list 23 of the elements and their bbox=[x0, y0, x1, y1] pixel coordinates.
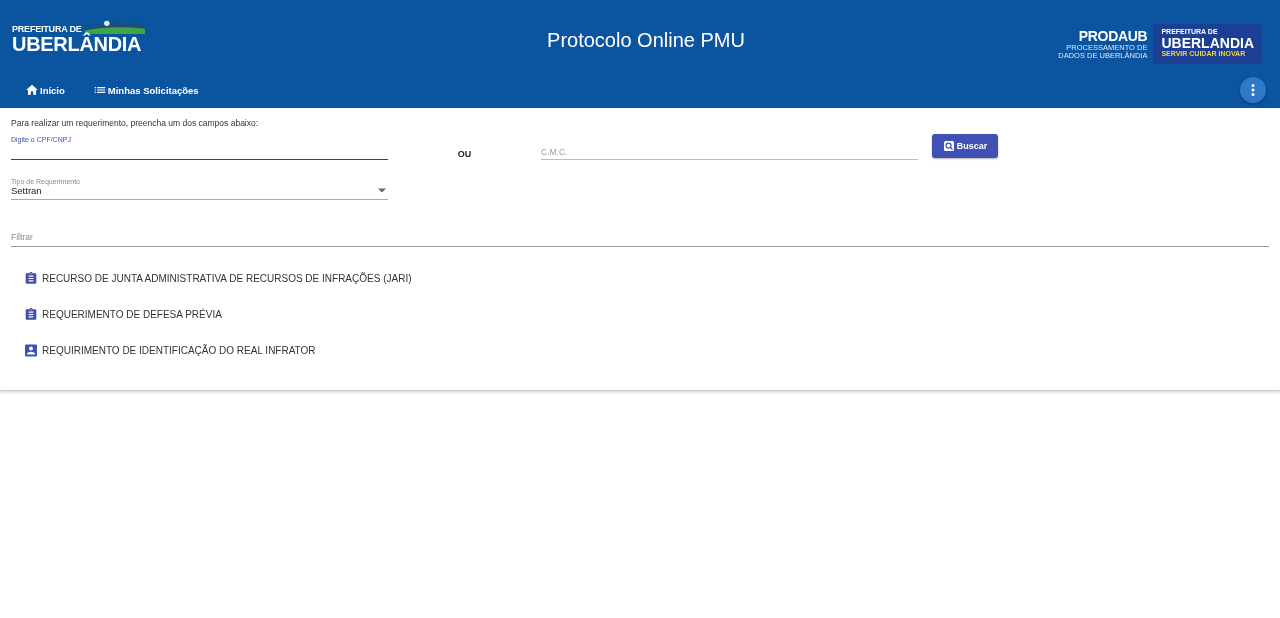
search-icon bbox=[942, 140, 955, 152]
request-item[interactable]: REQUERIMENTO DE DEFESA PRÉVIA bbox=[25, 308, 1269, 321]
more-menu-button[interactable] bbox=[1240, 77, 1266, 103]
page-title: Protocolo Online PMU bbox=[547, 27, 745, 52]
mountain-logo-icon bbox=[84, 18, 145, 34]
person-card-icon bbox=[25, 344, 37, 357]
clipboard-icon bbox=[25, 272, 37, 285]
nav-link[interactable]: Início bbox=[25, 83, 65, 97]
dropdown-caret-icon bbox=[378, 188, 386, 193]
search-button[interactable]: Buscar bbox=[932, 134, 998, 158]
logo-text: UBERLÂNDIA bbox=[12, 34, 143, 54]
home-icon bbox=[25, 83, 39, 97]
prodaub-logo-text: PRODAUB bbox=[1078, 28, 1148, 44]
request-item[interactable]: RECURSO DE JUNTA ADMINISTRATIVA DE RECURSOS DE INFRAÇÕES (JARI) bbox=[25, 272, 1269, 285]
filter-field[interactable]: Filtrar bbox=[11, 232, 1269, 247]
logo-text: PREFEITURA DE bbox=[12, 24, 82, 34]
or-separator: OU bbox=[456, 149, 473, 160]
request-item[interactable]: REQUIRIMENTO DE IDENTIFICAÇÃO DO REAL INFRATOR bbox=[25, 344, 1269, 357]
cmc-input-field[interactable]: C.M.C. bbox=[541, 147, 918, 160]
nav-link[interactable]: Minhas Solicitações bbox=[92, 83, 199, 97]
more-vertical-icon bbox=[1251, 84, 1255, 96]
clipboard-icon bbox=[25, 308, 37, 321]
instruction-text: Para realizar um requerimento, preencha um dos campos abaixo: bbox=[11, 118, 260, 128]
